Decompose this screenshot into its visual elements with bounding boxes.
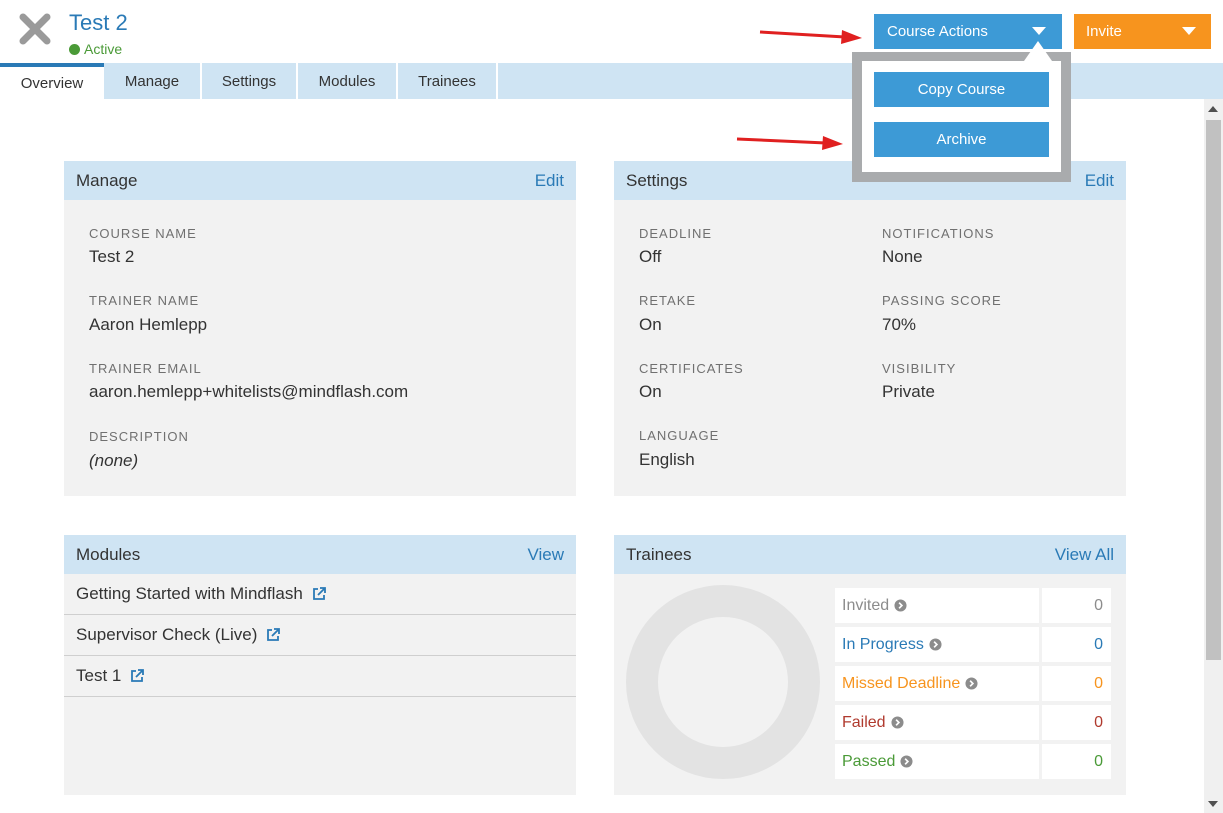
arrow-circle-right-icon bbox=[894, 599, 907, 612]
manage-card-title: Manage bbox=[76, 170, 138, 190]
trainee-status-label[interactable]: Failed bbox=[835, 705, 1039, 740]
external-link-icon bbox=[312, 587, 326, 600]
external-link-icon bbox=[267, 628, 281, 641]
tab-trainees[interactable]: Trainees bbox=[398, 63, 498, 99]
tab-label: Overview bbox=[20, 74, 84, 92]
manage-edit-link[interactable]: Edit bbox=[535, 171, 564, 191]
notifications-label: NOTIFICATIONS bbox=[882, 226, 995, 241]
trainee-status-text: In Progress bbox=[842, 635, 924, 653]
modules-view-link[interactable]: View bbox=[527, 545, 564, 565]
deadline-label: DEADLINE bbox=[639, 226, 713, 241]
trainees-card-title: Trainees bbox=[626, 544, 692, 564]
chevron-down-icon bbox=[1032, 27, 1046, 35]
status-text: Active bbox=[84, 41, 123, 57]
tab-settings[interactable]: Settings bbox=[202, 63, 298, 99]
description-value: (none) bbox=[89, 451, 139, 470]
trainee-status-label[interactable]: Passed bbox=[835, 744, 1039, 779]
trainee-status-label[interactable]: Invited bbox=[835, 588, 1039, 623]
tab-label: Settings bbox=[221, 72, 277, 90]
tab-label: Manage bbox=[124, 72, 180, 90]
status-badge: Active bbox=[69, 41, 122, 57]
tab-overview[interactable]: Overview bbox=[0, 63, 104, 99]
scroll-up-icon[interactable] bbox=[1208, 106, 1218, 112]
passing-score-value: 70% bbox=[882, 315, 917, 334]
trainer-name-label: TRAINER NAME bbox=[89, 293, 200, 308]
module-item[interactable]: Test 1 bbox=[64, 656, 576, 697]
scrollbar-thumb[interactable] bbox=[1206, 120, 1221, 660]
course-actions-label: Course Actions bbox=[887, 23, 988, 40]
trainee-status-label[interactable]: Missed Deadline bbox=[835, 666, 1039, 701]
visibility-value: Private bbox=[882, 382, 935, 401]
external-link-icon bbox=[131, 669, 145, 682]
modules-card-header: Modules View bbox=[64, 535, 576, 574]
retake-label: RETAKE bbox=[639, 293, 697, 308]
language-label: LANGUAGE bbox=[639, 428, 720, 443]
arrow-circle-right-icon bbox=[965, 677, 978, 690]
trainee-status-text: Passed bbox=[842, 752, 896, 770]
page-title: Test 2 bbox=[69, 10, 128, 35]
scroll-down-icon[interactable] bbox=[1208, 801, 1218, 807]
invite-label: Invite bbox=[1086, 23, 1122, 40]
trainee-status-count: 0 bbox=[1042, 705, 1111, 740]
red-arrow-icon bbox=[759, 30, 862, 44]
invite-button[interactable]: Invite bbox=[1074, 14, 1211, 49]
trainee-status-count: 0 bbox=[1042, 627, 1111, 662]
trainees-donut-chart bbox=[626, 585, 820, 779]
dropdown-pointer bbox=[1024, 41, 1052, 61]
passing-score-label: PASSING SCORE bbox=[882, 293, 1002, 308]
settings-card-title: Settings bbox=[626, 170, 688, 190]
copy-course-menu-item[interactable]: Copy Course bbox=[874, 72, 1049, 107]
notifications-value: None bbox=[882, 247, 923, 266]
chevron-down-icon bbox=[1182, 27, 1196, 35]
close-icon[interactable] bbox=[18, 12, 52, 46]
trainee-status-text: Invited bbox=[842, 596, 890, 614]
certificates-value: On bbox=[639, 382, 662, 401]
course-name-label: COURSE NAME bbox=[89, 226, 197, 241]
trainee-status-count: 0 bbox=[1042, 744, 1111, 779]
arrow-circle-right-icon bbox=[929, 638, 942, 651]
tab-modules[interactable]: Modules bbox=[298, 63, 398, 99]
manage-card-header: Manage Edit bbox=[64, 161, 576, 200]
tab-manage[interactable]: Manage bbox=[104, 63, 202, 99]
manage-card-body bbox=[64, 200, 576, 496]
module-item[interactable]: Supervisor Check (Live) bbox=[64, 615, 576, 656]
trainees-card-header: Trainees View All bbox=[614, 535, 1126, 574]
trainees-view-all-link[interactable]: View All bbox=[1055, 545, 1114, 565]
trainer-email-value: aaron.hemlepp+whitelists@mindflash.com bbox=[89, 382, 409, 401]
trainer-name-value: Aaron Hemlepp bbox=[89, 315, 208, 334]
module-item[interactable]: Getting Started with Mindflash bbox=[64, 574, 576, 615]
red-arrow-icon bbox=[736, 136, 843, 150]
visibility-label: VISIBILITY bbox=[882, 361, 957, 376]
arrow-circle-right-icon bbox=[891, 716, 904, 729]
module-item-label: Test 1 bbox=[76, 666, 122, 685]
trainer-email-label: TRAINER EMAIL bbox=[89, 361, 202, 376]
deadline-value: Off bbox=[639, 247, 662, 266]
language-value: English bbox=[639, 450, 695, 469]
status-dot-icon bbox=[69, 43, 80, 55]
tab-label: Trainees bbox=[418, 72, 476, 90]
description-label: DESCRIPTION bbox=[89, 429, 189, 444]
trainee-status-count: 0 bbox=[1042, 588, 1111, 623]
trainee-status-label[interactable]: In Progress bbox=[835, 627, 1039, 662]
archive-menu-item[interactable]: Archive bbox=[874, 122, 1049, 157]
trainee-status-text: Failed bbox=[842, 713, 886, 731]
retake-value: On bbox=[639, 315, 662, 334]
modules-card-title: Modules bbox=[76, 544, 141, 564]
trainee-status-text: Missed Deadline bbox=[842, 674, 961, 692]
tab-label: Modules bbox=[318, 72, 376, 90]
module-item-label: Getting Started with Mindflash bbox=[76, 584, 303, 603]
certificates-label: CERTIFICATES bbox=[639, 361, 744, 376]
module-item-label: Supervisor Check (Live) bbox=[76, 625, 258, 644]
trainee-status-count: 0 bbox=[1042, 666, 1111, 701]
settings-edit-link[interactable]: Edit bbox=[1085, 171, 1114, 191]
arrow-circle-right-icon bbox=[900, 755, 913, 768]
course-name-value: Test 2 bbox=[89, 247, 135, 266]
